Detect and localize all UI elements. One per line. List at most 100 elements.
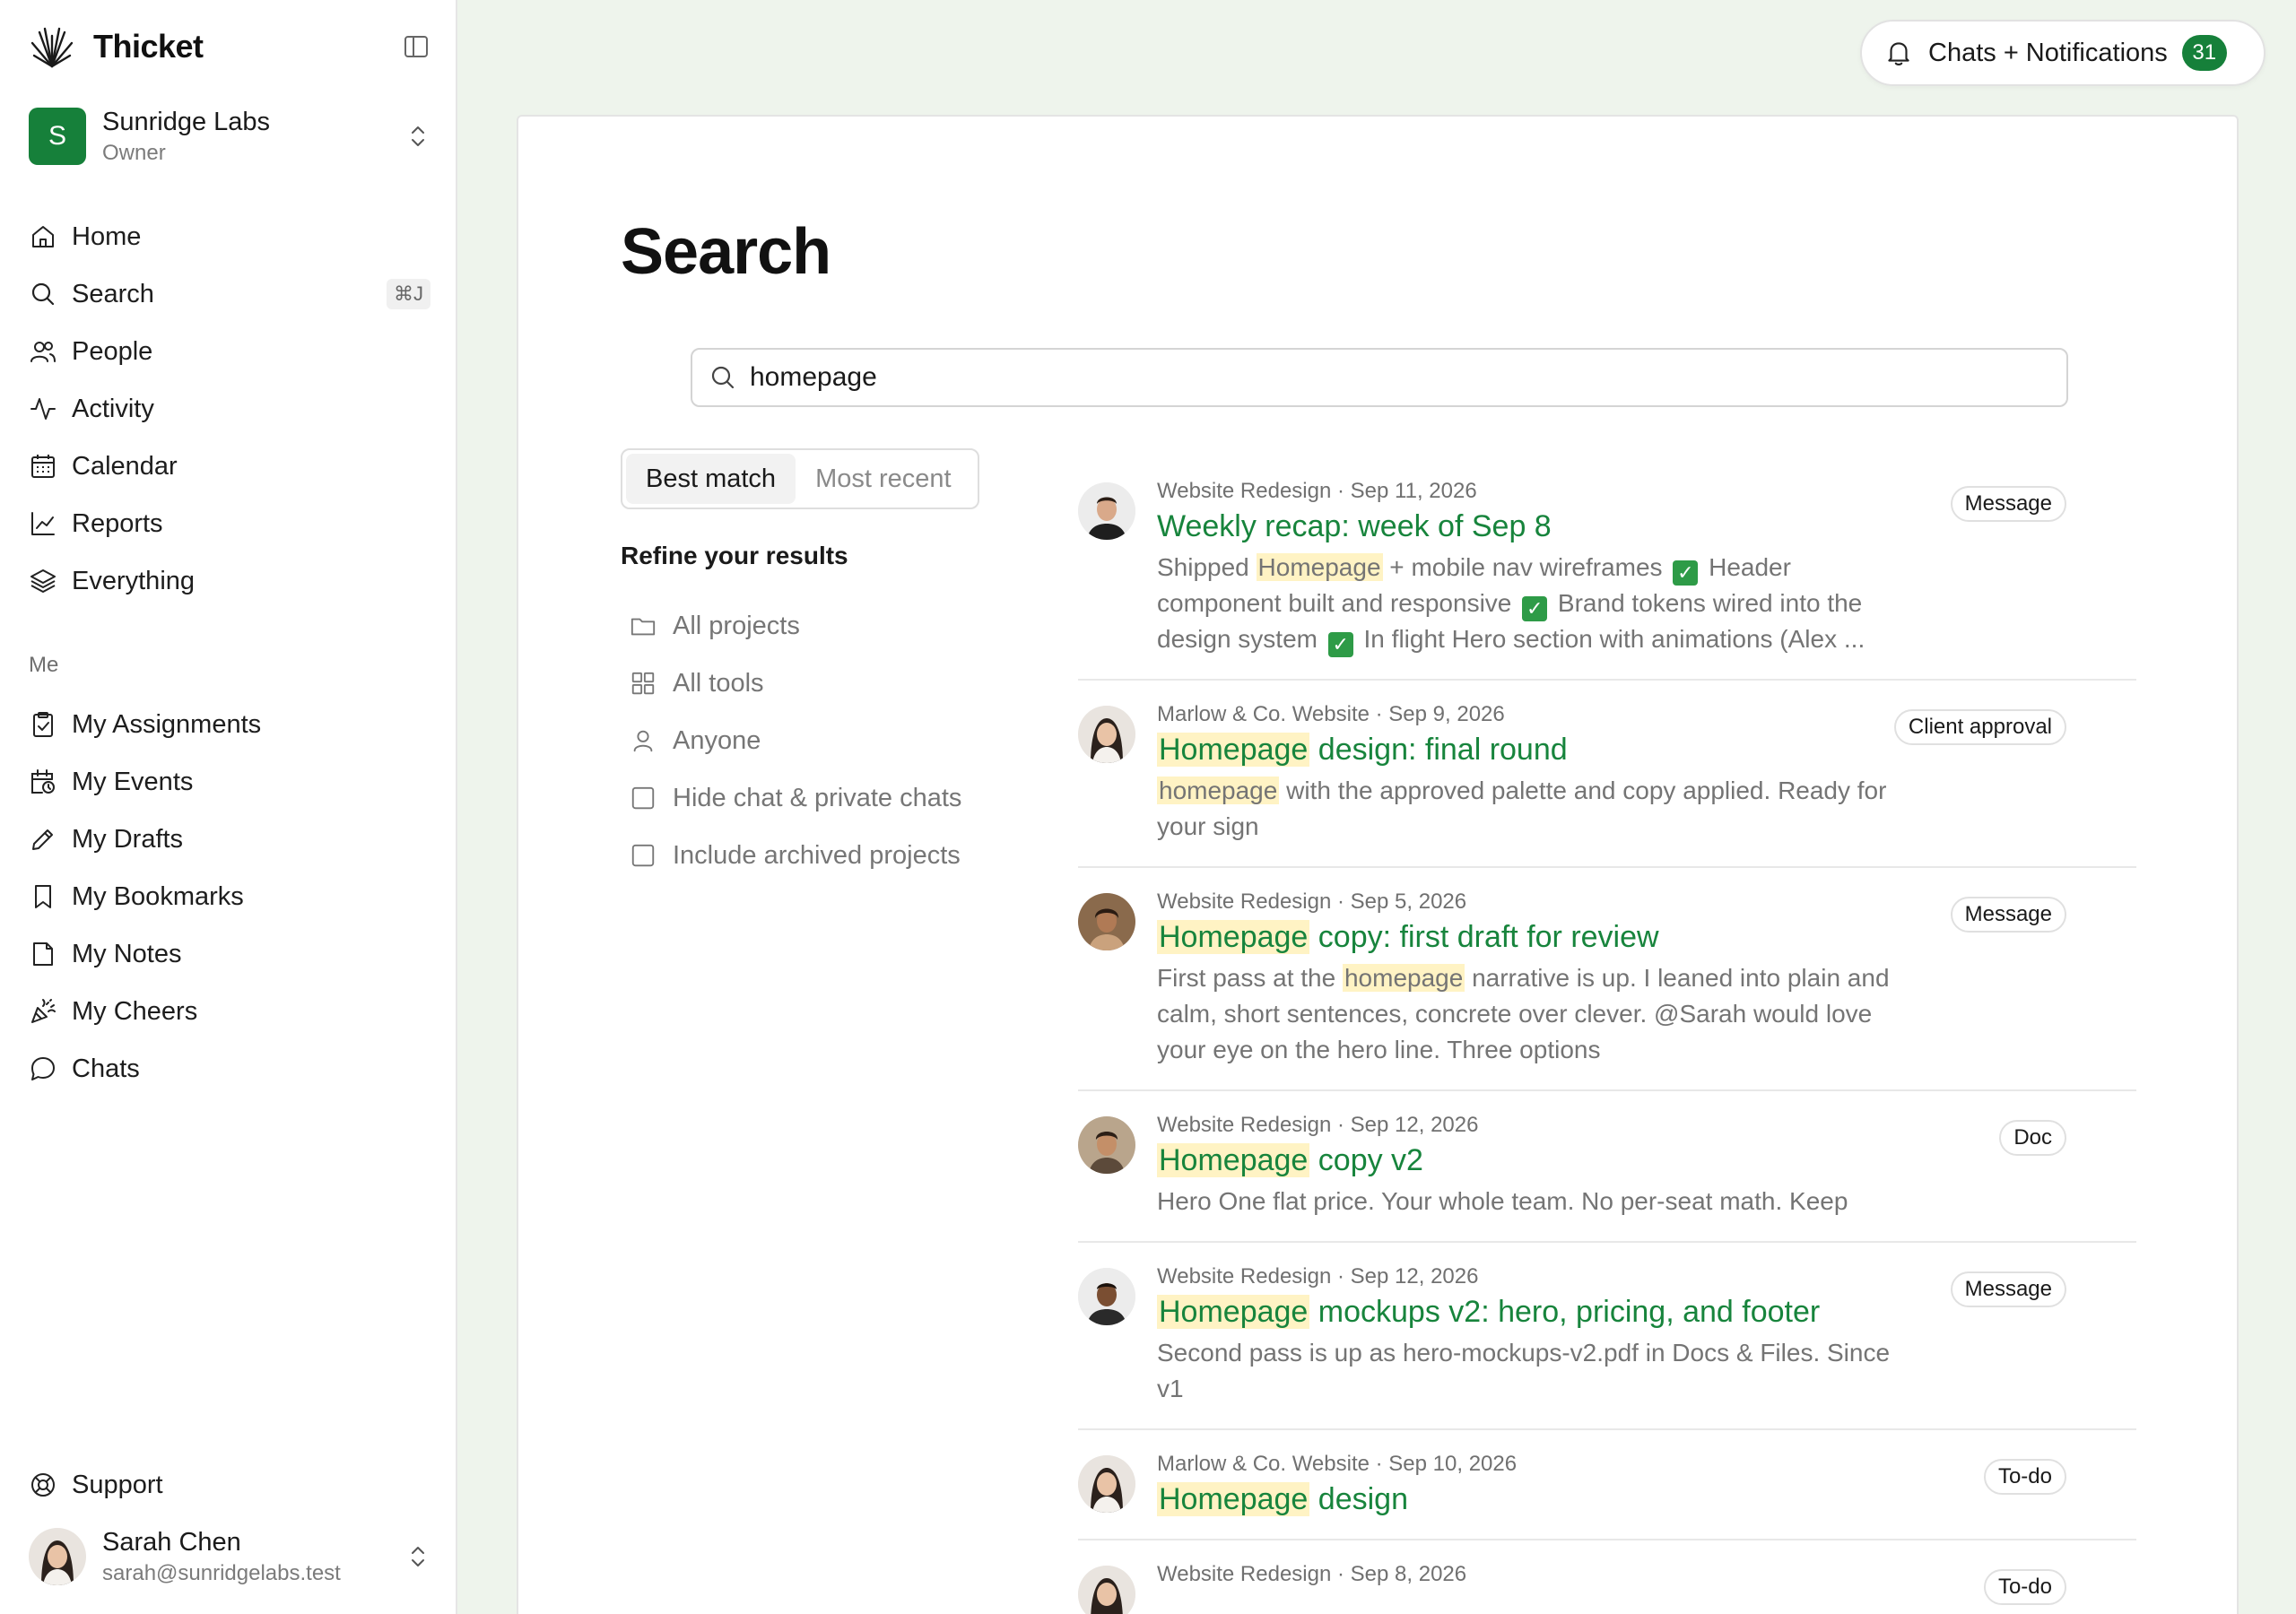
- search-result[interactable]: Website Redesign · Sep 8, 2026 To-do: [1078, 1540, 2136, 1614]
- search-highlight: Homepage: [1157, 1295, 1310, 1329]
- tab-best-match[interactable]: Best match: [626, 454, 796, 504]
- filter-hide-chats[interactable]: Hide chat & private chats: [630, 769, 961, 827]
- result-snippet: Shipped Homepage + mobile nav wireframes…: [1157, 553, 1866, 657]
- avatar: [1078, 482, 1135, 540]
- nav-item-label: Calendar: [72, 451, 178, 481]
- nav-item-people[interactable]: People: [29, 323, 430, 380]
- search-highlight: Homepage: [1157, 920, 1310, 954]
- result-type-badge: Message: [1950, 1271, 2066, 1307]
- filter-label: All projects: [673, 611, 800, 640]
- reports-icon: [31, 512, 55, 535]
- search-highlight: Homepage: [1256, 553, 1383, 581]
- tab-most-recent[interactable]: Most recent: [796, 454, 971, 504]
- nav-item-label: My Notes: [72, 939, 182, 968]
- result-title[interactable]: Homepage copy v2: [1157, 1143, 2136, 1178]
- chat-bubble-icon: [31, 1057, 55, 1080]
- nav-item-reports[interactable]: Reports: [29, 495, 430, 552]
- filter-all-tools[interactable]: All tools: [630, 655, 961, 712]
- search-result[interactable]: Website Redesign · Sep 12, 2026 Homepage…: [1078, 1091, 2136, 1243]
- refine-filters: All projects All tools Anyone Hide chat …: [630, 597, 961, 884]
- filter-label: Include archived projects: [673, 840, 961, 870]
- nav-item-label: My Bookmarks: [72, 881, 244, 911]
- search-highlight: Homepage: [1157, 1143, 1310, 1177]
- search-icon: [711, 366, 735, 389]
- bell-icon: [1888, 42, 1909, 65]
- search-highlight: homepage: [1157, 777, 1280, 804]
- layers-icon: [30, 569, 56, 593]
- nav-item-label: My Cheers: [72, 996, 198, 1026]
- avatar: [1078, 1566, 1135, 1614]
- nav-item-my-cheers[interactable]: My Cheers: [29, 983, 430, 1040]
- filter-all-projects[interactable]: All projects: [630, 597, 961, 655]
- result-meta: Website Redesign · Sep 12, 2026: [1157, 1113, 1479, 1137]
- nav-item-everything[interactable]: Everything: [29, 552, 430, 610]
- search-input[interactable]: [750, 362, 2005, 393]
- search-icon: [31, 282, 55, 306]
- home-icon: [32, 226, 54, 247]
- nav-item-my-notes[interactable]: My Notes: [29, 925, 430, 983]
- filter-label: All tools: [673, 668, 764, 698]
- clipboard-check-icon: [33, 712, 53, 737]
- notifications-count-badge: 31: [2181, 35, 2227, 71]
- nav-item-label: Activity: [72, 394, 154, 423]
- check-mark-icon: ✓: [1522, 596, 1548, 621]
- workspace-role: Owner: [102, 140, 166, 165]
- nav-item-support[interactable]: Support: [29, 1456, 430, 1514]
- avatar: [1078, 1455, 1135, 1513]
- check-mark-icon: ✓: [1673, 560, 1699, 586]
- chevron-up-down-icon: [412, 1547, 424, 1566]
- user-email: sarah@sunridgelabs.test: [102, 1560, 341, 1585]
- avatar: [1078, 893, 1135, 950]
- calendar-clock-icon: [31, 769, 55, 794]
- user-menu[interactable]: Sarah Chen sarah@sunridgelabs.test: [29, 1524, 432, 1589]
- workspace-avatar: S: [29, 108, 86, 165]
- chevron-up-down-icon: [412, 126, 424, 146]
- checkbox-icon[interactable]: [630, 785, 657, 811]
- nav-item-my-assignments[interactable]: My Assignments: [29, 696, 430, 753]
- search-bar[interactable]: [691, 348, 2068, 407]
- filter-anyone[interactable]: Anyone: [630, 712, 961, 769]
- pencil-icon: [32, 829, 53, 850]
- party-popper-icon: [31, 999, 56, 1023]
- nav-item-activity[interactable]: Activity: [29, 380, 430, 438]
- nav-item-chats[interactable]: Chats: [29, 1040, 430, 1098]
- sort-tabs: Best match Most recent: [621, 448, 979, 509]
- nav-item-my-drafts[interactable]: My Drafts: [29, 811, 430, 868]
- app-name: Thicket: [93, 28, 204, 65]
- search-result[interactable]: Marlow & Co. Website · Sep 9, 2026 Homep…: [1078, 681, 2136, 868]
- nav-item-label: My Drafts: [72, 824, 184, 854]
- result-type-badge: To-do: [1983, 1459, 2066, 1495]
- page-title: Search: [621, 216, 831, 288]
- avatar: [1078, 1268, 1135, 1325]
- avatar: [1078, 1116, 1135, 1174]
- nav-item-label: Support: [72, 1470, 163, 1499]
- nav-item-label: Search: [72, 279, 154, 308]
- search-result[interactable]: Website Redesign · Sep 5, 2026 Homepage …: [1078, 868, 2136, 1091]
- me-nav: My Assignments My Events My Drafts My Bo…: [29, 696, 430, 1098]
- section-label-me: Me: [29, 653, 59, 677]
- nav-item-my-bookmarks[interactable]: My Bookmarks: [29, 868, 430, 925]
- sidebar-toggle-icon[interactable]: [402, 32, 430, 61]
- search-result[interactable]: Website Redesign · Sep 11, 2026 Weekly r…: [1078, 457, 2136, 681]
- chats-notifications-button[interactable]: Chats + Notifications 31: [1860, 20, 2266, 86]
- brand[interactable]: Thicket: [29, 23, 204, 70]
- checkbox-icon[interactable]: [630, 842, 657, 869]
- workspace-name: Sunridge Labs: [102, 107, 271, 136]
- workspace-switcher[interactable]: S Sunridge Labs Owner: [29, 106, 432, 167]
- person-icon: [633, 730, 653, 752]
- calendar-icon: [31, 455, 55, 478]
- nav-item-calendar[interactable]: Calendar: [29, 438, 430, 495]
- search-results: Website Redesign · Sep 11, 2026 Weekly r…: [1078, 457, 2136, 1614]
- filter-include-archived[interactable]: Include archived projects: [630, 827, 961, 884]
- search-result[interactable]: Website Redesign · Sep 12, 2026 Homepage…: [1078, 1243, 2136, 1430]
- search-shortcut: ⌘J: [387, 279, 430, 309]
- result-type-badge: Client approval: [1893, 709, 2066, 745]
- nav-item-home[interactable]: Home: [29, 208, 430, 265]
- nav-item-my-events[interactable]: My Events: [29, 753, 430, 811]
- search-highlight: Homepage: [1157, 1482, 1310, 1516]
- search-result[interactable]: Marlow & Co. Website · Sep 10, 2026 Home…: [1078, 1430, 2136, 1540]
- search-highlight: Homepage: [1157, 733, 1310, 767]
- check-mark-icon: ✓: [1327, 632, 1353, 657]
- activity-icon: [30, 398, 56, 420]
- nav-item-search[interactable]: Search ⌘J: [29, 265, 430, 323]
